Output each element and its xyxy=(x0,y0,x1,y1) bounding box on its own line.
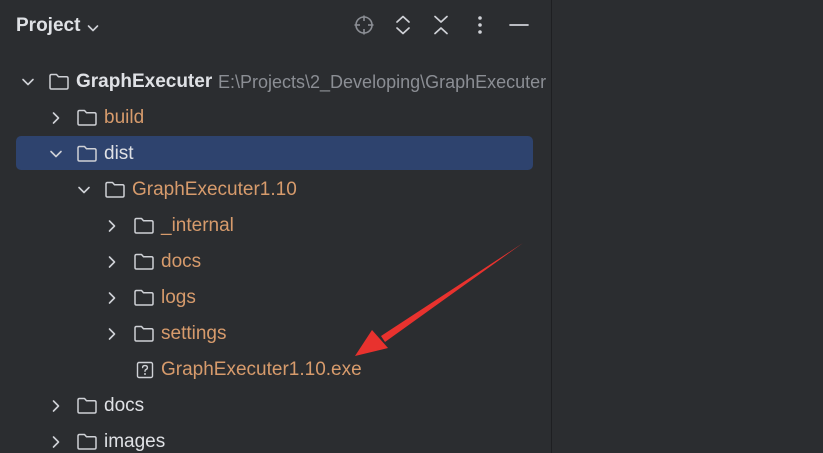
project-tree[interactable]: GraphExecuter E:\Projects\2_Developing\G… xyxy=(0,64,551,453)
tree-node-images[interactable]: images xyxy=(0,424,551,453)
folder-icon xyxy=(76,144,98,164)
folder-icon xyxy=(76,108,98,128)
chevron-right-icon[interactable] xyxy=(104,326,120,342)
folder-name: _internal xyxy=(161,215,234,236)
collapse-all-icon xyxy=(430,13,452,42)
chevron-down-icon[interactable] xyxy=(20,74,36,90)
tree-node-settings[interactable]: settings xyxy=(0,316,551,352)
root-folder-name: GraphExecuter xyxy=(76,71,213,92)
tree-node-docs-inner[interactable]: docs xyxy=(0,244,551,280)
chevron-right-icon[interactable] xyxy=(48,398,64,414)
chevron-down-icon xyxy=(86,19,100,33)
folder-icon xyxy=(133,288,155,308)
more-vertical-icon xyxy=(476,13,484,42)
folder-icon xyxy=(133,252,155,272)
folder-name: dist xyxy=(104,143,134,164)
select-opened-file-button[interactable] xyxy=(351,14,377,40)
chevron-right-icon[interactable] xyxy=(104,254,120,270)
expand-all-icon xyxy=(392,13,414,42)
collapse-all-button[interactable] xyxy=(428,14,454,40)
project-panel-header: Project xyxy=(0,0,551,54)
tree-node-exe[interactable]: GraphExecuter1.10.exe xyxy=(0,352,551,388)
tree-node-internal[interactable]: _internal xyxy=(0,208,551,244)
project-view-selector[interactable]: Project xyxy=(16,15,100,37)
tree-node-build[interactable]: build xyxy=(0,100,551,136)
folder-name: docs xyxy=(161,251,202,272)
tree-node-root[interactable]: GraphExecuter E:\Projects\2_Developing\G… xyxy=(0,64,551,100)
chevron-right-icon[interactable] xyxy=(104,290,120,306)
unknown-file-icon xyxy=(135,360,157,380)
folder-icon xyxy=(76,396,98,416)
project-tool-window: Project GraphExecuter E:\Projects\2_Deve… xyxy=(0,0,551,453)
tree-node-release[interactable]: GraphExecuter1.10 xyxy=(0,172,551,208)
tree-node-docs[interactable]: docs xyxy=(0,388,551,424)
chevron-right-icon[interactable] xyxy=(48,434,64,450)
panel-title: Project xyxy=(16,15,81,36)
chevron-down-icon[interactable] xyxy=(76,182,92,198)
expand-all-button[interactable] xyxy=(390,14,416,40)
file-name: GraphExecuter1.10.exe xyxy=(161,359,362,380)
folder-name: settings xyxy=(161,323,227,344)
folder-icon xyxy=(133,216,155,236)
crosshair-icon xyxy=(352,13,376,42)
tree-node-dist[interactable]: dist xyxy=(0,136,551,172)
ide-window: Project GraphExecuter E:\Projects\2_Deve… xyxy=(0,0,823,453)
folder-name: GraphExecuter1.10 xyxy=(132,179,297,200)
options-button[interactable] xyxy=(467,14,493,40)
folder-icon xyxy=(133,324,155,344)
minimize-icon xyxy=(508,13,530,42)
folder-name: images xyxy=(104,431,166,452)
tree-node-logs[interactable]: logs xyxy=(0,280,551,316)
chevron-down-icon[interactable] xyxy=(48,146,64,162)
folder-name: logs xyxy=(161,287,196,308)
folder-icon xyxy=(76,432,98,452)
editor-area xyxy=(552,0,823,453)
folder-icon xyxy=(48,72,70,92)
folder-name: build xyxy=(104,107,145,128)
chevron-right-icon[interactable] xyxy=(48,110,64,126)
root-folder-path: E:\Projects\2_Developing\GraphExecuter xyxy=(218,72,547,92)
folder-name: docs xyxy=(104,395,145,416)
hide-panel-button[interactable] xyxy=(506,14,532,40)
folder-icon xyxy=(104,180,126,200)
chevron-right-icon[interactable] xyxy=(104,218,120,234)
